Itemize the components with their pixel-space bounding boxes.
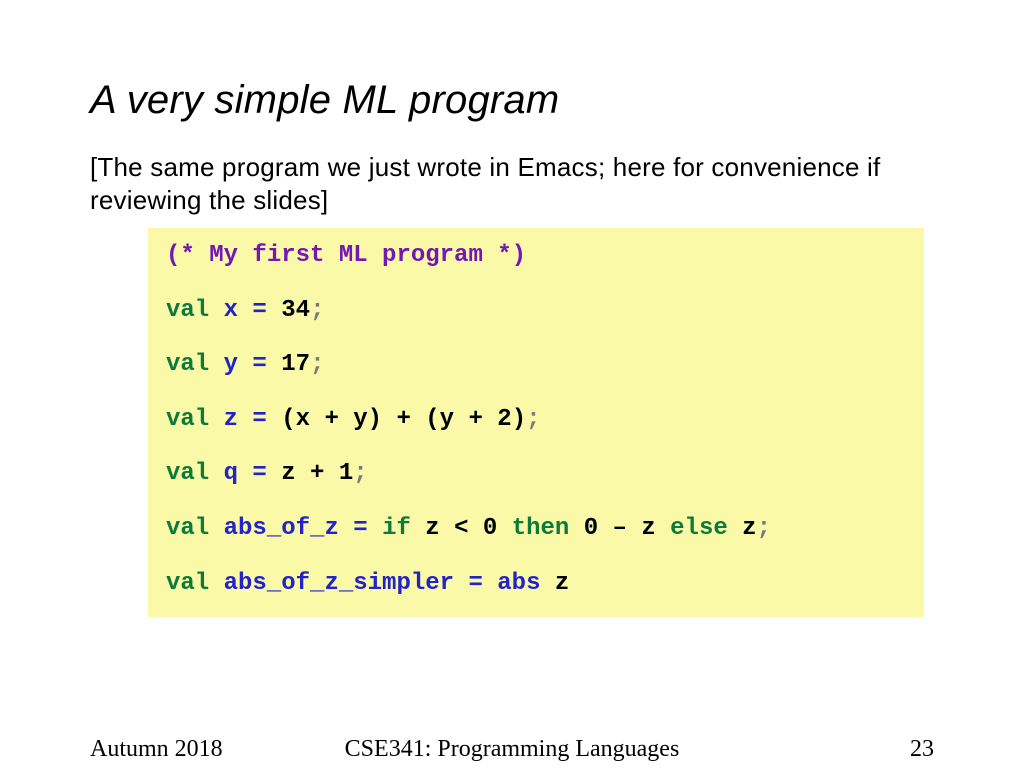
code-line-val-y: val y = 17; (166, 351, 906, 379)
footer-page-number: 23 (910, 736, 934, 763)
code-line-abs-of-z: val abs_of_z = if z < 0 then 0 – z else … (166, 515, 906, 543)
code-line-val-x: val x = 34; (166, 297, 906, 325)
slide-subtitle: [The same program we just wrote in Emacs… (90, 151, 934, 216)
code-line-val-q: val q = z + 1; (166, 460, 906, 488)
slide: A very simple ML program [The same progr… (0, 0, 1024, 768)
code-line-val-z: val z = (x + y) + (y + 2); (166, 406, 906, 434)
footer-course: CSE341: Programming Languages (0, 736, 1024, 763)
code-comment: (* My first ML program *) (166, 242, 906, 270)
slide-title: A very simple ML program (90, 78, 934, 123)
code-line-abs-of-z-simpler: val abs_of_z_simpler = abs z (166, 570, 906, 598)
code-block: (* My first ML program *) val x = 34; va… (148, 228, 924, 617)
